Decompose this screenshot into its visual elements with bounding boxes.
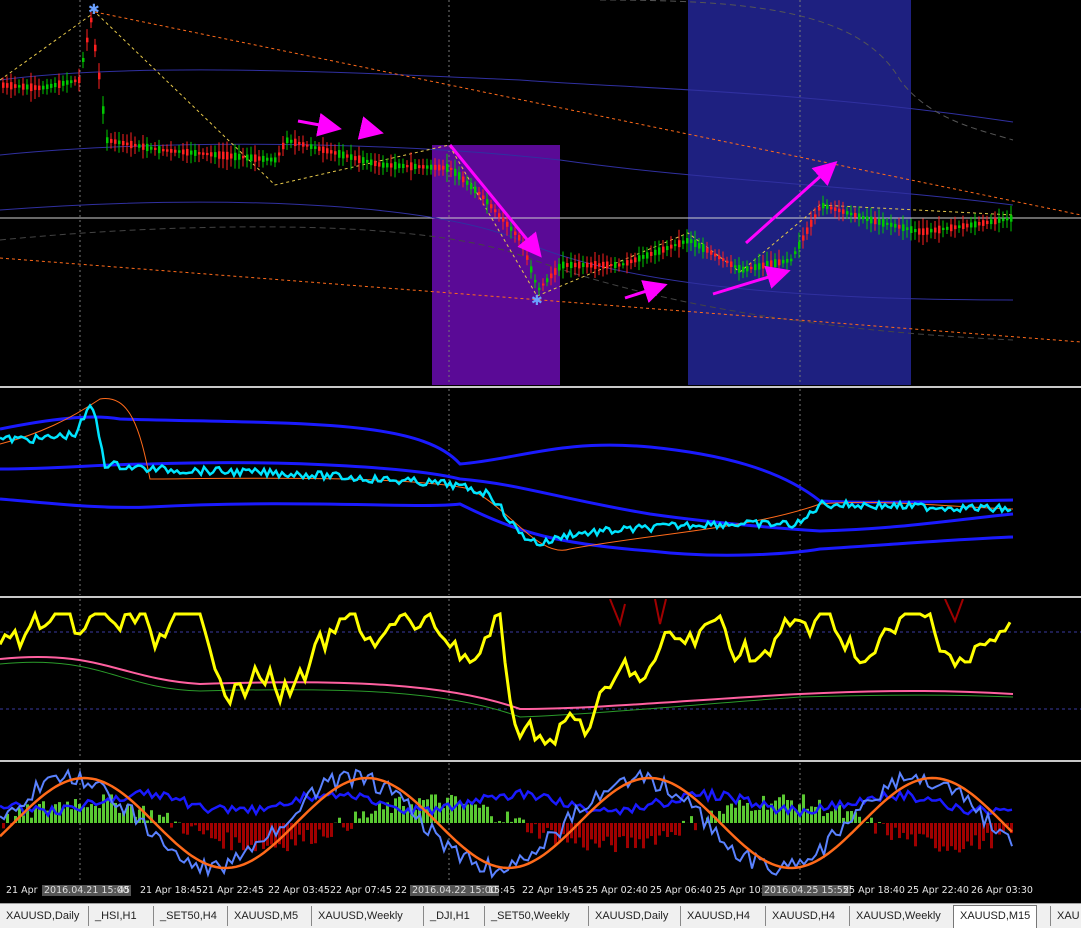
highlight-zone-blue (688, 0, 911, 385)
time-axis-label: 45 (118, 885, 130, 896)
time-axis-label: 22 Apr 03:45 (268, 885, 330, 896)
chart-tab[interactable]: XAUUSD,Daily (0, 906, 85, 926)
chart-tab[interactable]: XAUUSD,Weekly (849, 906, 947, 926)
pane-separator[interactable] (0, 386, 1081, 388)
chart-tab[interactable]: _DJI,H1 (423, 906, 476, 926)
trendline-resistance (95, 12, 1081, 215)
chart-tab[interactable]: _HSI,H1 (88, 906, 143, 926)
time-axis-label: 25 Apr 22:40 (907, 885, 969, 896)
chart-tab[interactable]: XAUUSD,M5 (227, 906, 304, 926)
time-axis-label: 25 Apr 18:40 (843, 885, 905, 896)
time-axis: 21 Apr2016.04.21 15:004521 Apr 18:4521 A… (0, 881, 1081, 903)
time-axis-label: 21 Apr 18:45 (140, 885, 202, 896)
indicator-bands-svg (0, 389, 1081, 595)
indicator-macd-svg (0, 763, 1081, 881)
chart-tab[interactable]: _SET50,H4 (153, 906, 223, 926)
chart-tab[interactable]: XAUUSD,M15 (953, 905, 1037, 928)
chart-tab[interactable]: XAUUSD,H4 (680, 906, 756, 926)
fractal-bottom-marker: ✱ (531, 293, 543, 309)
time-axis-label: 2016.04.25 15:55 (762, 885, 851, 896)
fractal-top-marker: ✱ (88, 2, 100, 18)
indicator-pane-wpr[interactable] (0, 599, 1081, 759)
time-axis-label: 22 (395, 885, 407, 896)
time-axis-label: 21 Apr (6, 885, 38, 896)
highlight-zone-purple (432, 145, 560, 385)
indicator-wpr-svg (0, 599, 1081, 759)
time-axis-label: 2016.04.22 15:00 (410, 885, 499, 896)
chart-tab[interactable]: XAU (1050, 906, 1081, 926)
time-axis-label: 22 Apr 07:45 (330, 885, 392, 896)
chart-tab[interactable]: XAUUSD,H4 (765, 906, 841, 926)
time-axis-label: 25 Apr 02:40 (586, 885, 648, 896)
chart-tab-bar: XAUUSD,Daily_HSI,H1_SET50,H4XAUUSD,M5XAU… (0, 903, 1081, 928)
time-axis-label: 21 Apr 22:45 (202, 885, 264, 896)
upper-band (0, 417, 1013, 502)
indicator-pane-bands[interactable] (0, 389, 1081, 595)
time-axis-label: 25 Apr 06:40 (650, 885, 712, 896)
time-axis-label: 25 Apr 10: (714, 885, 764, 896)
time-axis-label: 26 Apr 03:30 (971, 885, 1033, 896)
wpr-line-yellow (0, 614, 1010, 744)
indicator-pane-macd[interactable] (0, 763, 1081, 881)
price-chart-pane[interactable]: ✱ ✱ (0, 0, 1081, 385)
chart-tab[interactable]: XAUUSD,Daily (588, 906, 674, 926)
chart-tab[interactable]: XAUUSD,Weekly (311, 906, 409, 926)
chart-tab[interactable]: _SET50,Weekly (484, 906, 576, 926)
time-axis-label: 15:45 (488, 885, 515, 896)
time-axis-label: 22 Apr 19:45 (522, 885, 584, 896)
pane-separator[interactable] (0, 596, 1081, 598)
price-chart-svg: ✱ ✱ (0, 0, 1081, 385)
pane-separator[interactable] (0, 760, 1081, 762)
